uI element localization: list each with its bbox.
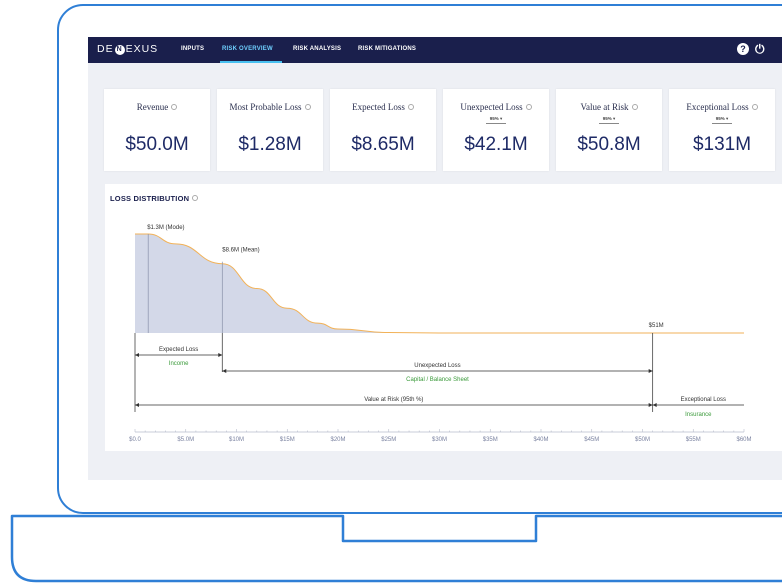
info-icon[interactable] — [751, 104, 758, 110]
info-icon[interactable] — [525, 104, 532, 110]
x-tick-label: $60M — [736, 437, 751, 443]
card-expected-loss: Expected Loss $8.65M — [330, 89, 436, 171]
footer-bar — [88, 458, 782, 480]
x-tick-label: $10M — [229, 437, 244, 443]
loss-distribution-panel: LOSS DISTRIBUTION $1.3M (Mode) $8.6M (Mea… — [105, 184, 782, 451]
value-at-risk-range-left-arrowhead — [135, 403, 139, 407]
unexpected-loss-label: Unexpected Loss — [414, 363, 460, 369]
active-tab-indicator — [220, 61, 282, 63]
card-value: $42.1M — [464, 134, 528, 155]
x-tick-label: $20M — [330, 437, 345, 443]
expected-loss-range-right-arrowhead — [218, 353, 223, 357]
percentile-select[interactable]: 95% ▾ — [598, 116, 620, 124]
card-value: $50.8M — [577, 134, 641, 155]
card-label: Revenue — [136, 102, 169, 112]
tab-risk-analysis[interactable]: RISK ANALYSIS — [293, 46, 341, 52]
card-exceptional-loss: Exceptional Loss 95% ▾ $131M — [669, 89, 775, 171]
x-tick-label: $25M — [381, 437, 396, 443]
card-label: Unexpected Loss — [460, 102, 523, 112]
card-value: $1.28M — [238, 134, 302, 155]
x-tick-label: $45M — [584, 437, 599, 443]
loss-distribution-chart: $1.3M (Mode) $8.6M (Mean) $51M Expected Lo… — [129, 225, 751, 443]
tab-risk-overview[interactable]: RISK OVERVIEW — [222, 46, 273, 52]
x-tick-label: $15M — [280, 437, 295, 443]
mode-label: $1.3M (Mode) — [147, 225, 184, 231]
unexpected-loss-range-left-arrowhead — [222, 369, 227, 373]
card-value: $131M — [692, 134, 752, 155]
unexpected-loss-range-right-arrowhead — [648, 369, 653, 373]
expected-loss-label: Expected Loss — [159, 347, 198, 353]
info-icon[interactable] — [631, 104, 638, 110]
exceptional-loss-arrowhead — [652, 403, 657, 407]
app-screen: DE N EXUS INPUTS RISK OVERVIEW RISK ANALYS… — [88, 37, 782, 480]
card-label: Expected Loss — [352, 102, 405, 112]
tab-inputs[interactable]: INPUTS — [181, 46, 204, 52]
percentile-select[interactable]: 95% ▾ — [485, 116, 507, 124]
tab-risk-mitigations[interactable]: RISK MITIGATIONS — [358, 46, 416, 52]
card-label: Value at Risk — [580, 102, 629, 112]
var-label: $51M — [649, 323, 664, 329]
percentile-select[interactable]: 95% ▾ — [711, 116, 733, 124]
card-value: $50.0M — [125, 134, 189, 155]
x-tick-label: $0.0 — [129, 437, 141, 443]
mean-label: $8.6M (Mean) — [222, 248, 259, 254]
x-tick-label: $5.0M — [177, 437, 194, 443]
x-tick-label: $40M — [533, 437, 548, 443]
help-icon[interactable]: ? — [737, 43, 749, 55]
x-tick-label: $55M — [686, 437, 701, 443]
card-most-probable-loss: Most Probable Loss $1.28M — [217, 89, 323, 171]
capital-label: Capital / Balance Sheet — [406, 377, 469, 383]
card-label: Exceptional Loss — [686, 102, 749, 112]
logo[interactable]: DE N EXUS — [97, 43, 158, 55]
income-label: Income — [169, 361, 189, 367]
info-icon[interactable] — [171, 104, 178, 110]
insurance-label: Insurance — [685, 412, 712, 418]
card-unexpected-loss: Unexpected Loss 95% ▾ $42.1M — [443, 89, 549, 171]
power-icon[interactable]: ⏻ — [755, 42, 765, 57]
info-icon[interactable] — [407, 104, 414, 110]
exceptional-loss-label: Exceptional Loss — [681, 397, 726, 403]
x-tick-label: $50M — [635, 437, 650, 443]
top-nav: DE N EXUS INPUTS RISK OVERVIEW RISK ANALYS… — [88, 37, 782, 63]
x-tick-label: $30M — [432, 437, 447, 443]
value-at-risk-label: Value at Risk (95th %) — [364, 397, 423, 403]
card-value-at-risk: Value at Risk 95% ▾ $50.8M — [556, 89, 662, 171]
card-revenue: Revenue $50.0M — [104, 89, 210, 171]
card-value: $8.65M — [351, 134, 415, 155]
info-icon[interactable] — [304, 104, 311, 110]
card-label: Most Probable Loss — [229, 102, 302, 112]
x-tick-label: $35M — [483, 437, 498, 443]
expected-loss-range-left-arrowhead — [135, 353, 139, 357]
value-at-risk-range-right-arrowhead — [648, 403, 653, 407]
